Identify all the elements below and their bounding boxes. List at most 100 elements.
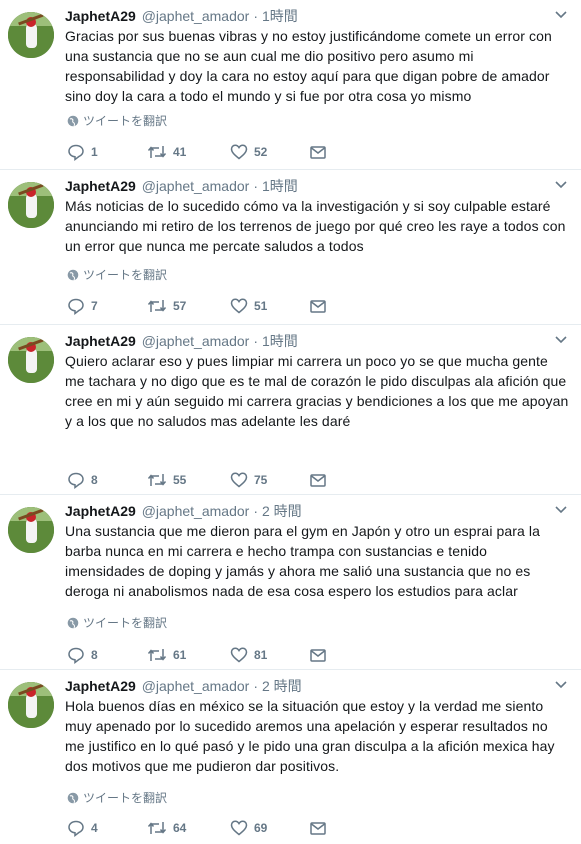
mail-icon: [310, 146, 326, 159]
reply-button[interactable]: 8: [67, 470, 98, 490]
username[interactable]: @japhet_amador: [142, 503, 250, 519]
tweet[interactable]: JaphetA29 @japhet_amador · 1時間 Gracias por…: [0, 0, 581, 170]
retweet-button[interactable]: 41: [147, 142, 186, 162]
heart-icon: [230, 144, 248, 160]
tweet-text: Una sustancia que me dieron para el gym …: [65, 523, 541, 599]
translate-link[interactable]: ツイートを翻訳: [67, 615, 167, 631]
avatar[interactable]: [8, 682, 54, 728]
display-name[interactable]: JaphetA29: [65, 503, 136, 519]
translate-label: ツイートを翻訳: [83, 616, 168, 630]
reply-icon: [68, 298, 84, 315]
display-name[interactable]: JaphetA29: [65, 678, 136, 694]
message-button[interactable]: [309, 818, 327, 838]
retweet-count: 55: [173, 473, 187, 487]
timestamp[interactable]: 2 時間: [262, 678, 302, 694]
chevron-down-icon[interactable]: [553, 331, 569, 347]
globe-icon: [67, 115, 79, 127]
display-name[interactable]: JaphetA29: [65, 8, 136, 24]
mail-icon: [310, 300, 326, 313]
display-name[interactable]: JaphetA29: [65, 333, 136, 349]
username[interactable]: @japhet_amador: [142, 678, 250, 694]
heart-icon: [230, 647, 248, 663]
reply-button[interactable]: 1: [67, 142, 98, 162]
translate-link[interactable]: ツイートを翻訳: [67, 790, 167, 806]
reply-count: 8: [91, 473, 98, 487]
chevron-down-icon[interactable]: [553, 501, 569, 517]
heart-icon: [230, 298, 248, 314]
tweet[interactable]: JaphetA29 @japhet_amador · 2 時間 Una sustan…: [0, 495, 581, 670]
translate-link[interactable]: ツイートを翻訳: [67, 113, 167, 129]
globe-icon: [67, 617, 79, 629]
avatar-image: [8, 507, 54, 553]
avatar[interactable]: [8, 12, 54, 58]
retweet-button[interactable]: 64: [147, 818, 186, 838]
tweet[interactable]: JaphetA29 @japhet_amador · 2 時間 Hola bueno…: [0, 670, 581, 844]
retweet-icon: [147, 474, 167, 486]
translate-label: ツイートを翻訳: [83, 791, 168, 805]
tweet-text: Hola buenos días en méxico se la situaci…: [65, 698, 555, 774]
reply-count: 1: [91, 145, 98, 159]
like-button[interactable]: 69: [230, 818, 267, 838]
translate-label: ツイートを翻訳: [83, 268, 168, 282]
message-button[interactable]: [309, 296, 327, 316]
tweet-text: Más noticias de lo sucedido cómo va la i…: [65, 198, 566, 254]
like-button[interactable]: 75: [230, 470, 267, 490]
reply-count: 4: [91, 821, 98, 835]
display-name[interactable]: JaphetA29: [65, 178, 136, 194]
username[interactable]: @japhet_amador: [142, 333, 250, 349]
retweet-count: 41: [173, 145, 187, 159]
avatar-image: [8, 337, 54, 383]
separator: ·: [253, 178, 258, 194]
timestamp[interactable]: 1時間: [262, 8, 298, 24]
chevron-down-icon[interactable]: [553, 6, 569, 22]
like-count: 51: [254, 299, 268, 313]
heart-icon: [230, 472, 248, 488]
tweet[interactable]: JaphetA29 @japhet_amador · 1時間 Más noticia…: [0, 170, 581, 325]
timestamp[interactable]: 1時間: [262, 333, 298, 349]
mail-icon: [310, 474, 326, 487]
avatar[interactable]: [8, 337, 54, 383]
reply-count: 8: [91, 648, 98, 662]
retweet-button[interactable]: 55: [147, 470, 186, 490]
timestamp[interactable]: 1時間: [262, 178, 298, 194]
like-button[interactable]: 52: [230, 142, 267, 162]
translate-link[interactable]: ツイートを翻訳: [67, 267, 167, 283]
username[interactable]: @japhet_amador: [142, 8, 250, 24]
retweet-button[interactable]: 61: [147, 645, 186, 665]
reply-count: 7: [91, 299, 98, 313]
reply-button[interactable]: 8: [67, 645, 98, 665]
like-count: 81: [254, 648, 268, 662]
mail-icon: [310, 649, 326, 662]
separator: ·: [253, 678, 258, 694]
username[interactable]: @japhet_amador: [142, 178, 250, 194]
like-button[interactable]: 81: [230, 645, 267, 665]
like-count: 69: [254, 821, 268, 835]
reply-button[interactable]: 4: [67, 818, 98, 838]
chevron-down-icon[interactable]: [553, 676, 569, 692]
retweet-icon: [147, 822, 167, 834]
message-button[interactable]: [309, 470, 327, 490]
avatar-image: [8, 682, 54, 728]
message-button[interactable]: [309, 142, 327, 162]
chevron-down-icon[interactable]: [553, 176, 569, 192]
like-button[interactable]: 51: [230, 296, 267, 316]
retweet-icon: [147, 300, 167, 312]
timestamp[interactable]: 2 時間: [262, 503, 302, 519]
message-button[interactable]: [309, 645, 327, 665]
heart-icon: [230, 820, 248, 836]
reply-icon: [68, 144, 84, 161]
reply-button[interactable]: 7: [67, 296, 98, 316]
mail-icon: [310, 822, 326, 835]
separator: ·: [253, 8, 258, 24]
like-count: 75: [254, 473, 268, 487]
retweet-button[interactable]: 57: [147, 296, 186, 316]
tweet[interactable]: JaphetA29 @japhet_amador · 1時間 Quiero acla…: [0, 325, 581, 495]
reply-icon: [68, 647, 84, 664]
retweet-icon: [147, 649, 167, 661]
globe-icon: [67, 269, 79, 281]
avatar[interactable]: [8, 507, 54, 553]
globe-icon: [67, 792, 79, 804]
avatar[interactable]: [8, 182, 54, 228]
avatar-image: [8, 12, 54, 58]
like-count: 52: [254, 145, 268, 159]
